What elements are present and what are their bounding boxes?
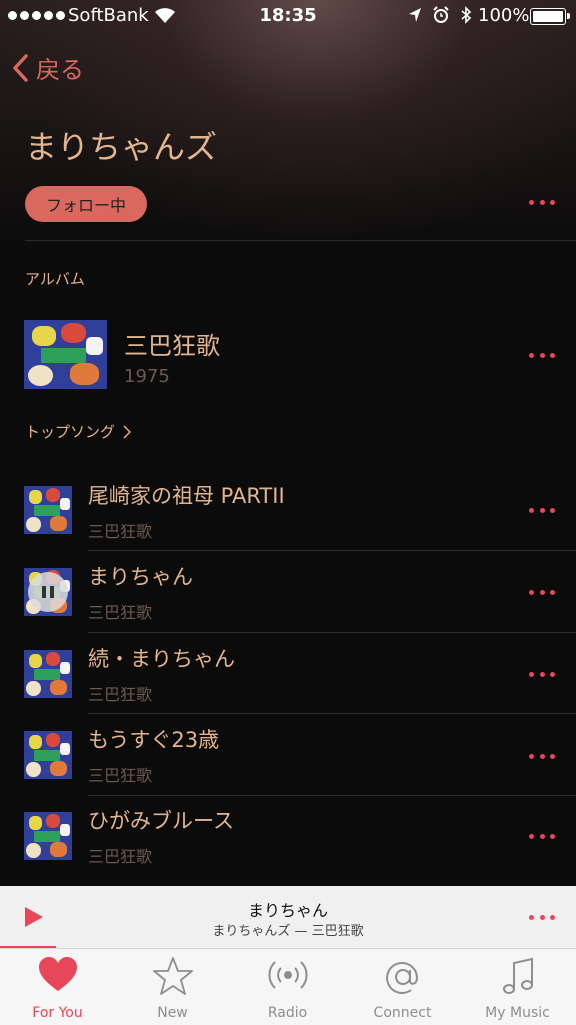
tab-for-you[interactable]: For You <box>0 949 115 1025</box>
mini-player-subtitle: まりちゃんズ — 三巴狂歌 <box>212 924 364 939</box>
divider <box>88 632 576 633</box>
music-note-icon <box>502 957 533 994</box>
song-album: 三巴狂歌 <box>88 603 153 622</box>
song-title: ひがみブルース <box>88 809 234 833</box>
mini-player-more-button[interactable] <box>529 913 555 921</box>
mini-player-title: まりちゃん <box>247 901 328 920</box>
artist-more-button[interactable] <box>529 198 555 206</box>
bluetooth-icon <box>461 6 472 24</box>
song-title: 続・まりちゃん <box>88 647 235 671</box>
tab-label: For You <box>32 1005 83 1021</box>
battery-percent: 100% <box>478 5 530 26</box>
divider <box>88 713 576 714</box>
song-title: まりちゃん <box>88 565 193 589</box>
album-artwork <box>24 320 107 389</box>
at-icon <box>385 961 418 994</box>
album-more-button[interactable] <box>529 351 555 359</box>
song-more-button[interactable] <box>529 506 555 514</box>
song-artwork <box>24 486 72 534</box>
tab-my-music[interactable]: My Music <box>460 949 575 1025</box>
tab-label: New <box>157 1005 188 1021</box>
divider <box>88 550 576 551</box>
divider <box>88 795 576 796</box>
tab-bar: For You New Radio Connect My Music <box>0 948 576 1025</box>
battery-icon <box>530 8 570 25</box>
radio-icon <box>268 961 307 989</box>
chevron-left-icon <box>13 53 28 82</box>
pause-icon[interactable] <box>28 572 68 612</box>
song-more-button[interactable] <box>529 588 555 596</box>
chevron-right-icon <box>123 424 132 439</box>
back-label: 戻る <box>36 56 84 84</box>
location-arrow-icon <box>409 8 421 22</box>
song-album: 三巴狂歌 <box>88 766 153 785</box>
song-artwork <box>24 812 72 860</box>
song-artwork <box>24 650 72 698</box>
tab-radio[interactable]: Radio <box>230 949 345 1025</box>
tab-label: Connect <box>373 1005 432 1021</box>
song-album: 三巴狂歌 <box>88 685 153 704</box>
tab-label: Radio <box>267 1005 308 1021</box>
top-songs-label: トップソング <box>25 423 116 441</box>
album-year: 1975 <box>124 366 170 387</box>
song-artwork <box>24 731 72 779</box>
song-more-button[interactable] <box>529 832 555 840</box>
back-button[interactable]: 戻る <box>12 50 84 85</box>
tab-label: My Music <box>485 1005 550 1021</box>
tab-connect[interactable]: Connect <box>345 949 460 1025</box>
divider <box>25 240 576 241</box>
status-bar: SoftBank 18:35 100% <box>0 0 576 34</box>
alarm-icon <box>433 6 449 23</box>
albums-section-label: アルバム <box>25 270 85 288</box>
tab-new[interactable]: New <box>115 949 230 1025</box>
song-more-button[interactable] <box>529 752 555 760</box>
song-title: 尾崎家の祖母 PARTII <box>88 484 285 508</box>
follow-button[interactable]: フォロー中 <box>25 186 147 222</box>
top-songs-link[interactable]: トップソング <box>25 421 132 442</box>
album-title: 三巴狂歌 <box>124 332 220 360</box>
heart-icon <box>38 957 77 991</box>
song-album: 三巴狂歌 <box>88 522 153 541</box>
song-title: もうすぐ23歳 <box>88 728 220 752</box>
song-album: 三巴狂歌 <box>88 847 153 866</box>
artist-name: まりちゃんズ <box>25 128 218 166</box>
song-more-button[interactable] <box>529 670 555 678</box>
star-icon <box>152 957 193 995</box>
